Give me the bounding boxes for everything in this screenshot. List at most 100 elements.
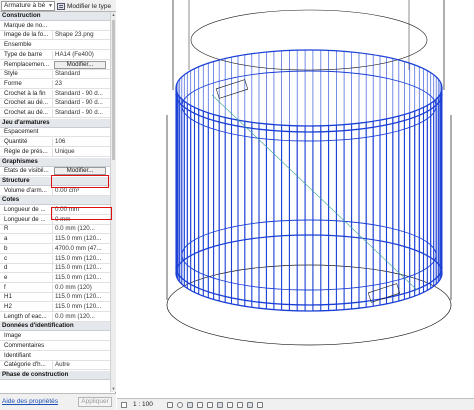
- property-label: Image de la fo...: [4, 31, 49, 39]
- property-value[interactable]: 115.0 mm (120...: [52, 264, 108, 273]
- property-label: b: [4, 244, 8, 252]
- property-row[interactable]: Forme 23: [0, 79, 110, 89]
- view-control-bar: 1 : 100: [117, 398, 474, 410]
- property-value[interactable]: HA14 (Fe400): [52, 50, 108, 59]
- property-label: Image: [4, 332, 22, 340]
- property-row[interactable]: Remplacemen... Modifier...: [0, 60, 110, 70]
- property-section-header[interactable]: Phase de construction: [0, 370, 110, 380]
- highlight-volume-box: [51, 175, 109, 188]
- property-row[interactable]: Image de la fo... Shape 23.png: [0, 31, 110, 41]
- property-label: Crochet au dé...: [4, 99, 49, 107]
- property-row[interactable]: R 0.0 mm (120...: [0, 225, 110, 235]
- property-label: Style: [4, 70, 18, 78]
- property-value[interactable]: 106: [52, 138, 108, 147]
- hide-icon[interactable]: [227, 402, 233, 408]
- property-value[interactable]: Standard: [52, 70, 108, 79]
- property-value[interactable]: 115.0 mm (120...: [52, 235, 108, 244]
- property-value[interactable]: Shape 23.png: [52, 31, 108, 40]
- property-value[interactable]: 0.0 mm (120): [52, 283, 108, 292]
- property-label: Règle de prés...: [4, 147, 48, 155]
- property-row[interactable]: Identifiant: [0, 352, 110, 361]
- crop-region-icon[interactable]: [207, 402, 213, 408]
- property-section-header[interactable]: Graphismes: [0, 157, 110, 167]
- property-label: d: [4, 264, 8, 272]
- property-value[interactable]: 0.0 mm (120...: [52, 225, 108, 234]
- property-row[interactable]: f 0.0 mm (120): [0, 283, 110, 293]
- property-value[interactable]: 115.0 mm (120...: [52, 273, 108, 282]
- property-value[interactable]: 4700.0 mm (47...: [52, 244, 108, 253]
- sun-icon[interactable]: [177, 402, 183, 408]
- property-row[interactable]: Crochet à la fin Standard - 90 d...: [0, 89, 110, 99]
- property-row[interactable]: d 115.0 mm (120...: [0, 264, 110, 274]
- property-row[interactable]: Commentaires: [0, 342, 110, 351]
- property-row[interactable]: e 115.0 mm (120...: [0, 273, 110, 283]
- property-value[interactable]: 115.0 mm (120...: [52, 254, 108, 263]
- 3d-view-canvas[interactable]: [117, 0, 474, 398]
- property-section-header[interactable]: Cotes: [0, 196, 110, 206]
- property-value[interactable]: 0.0 mm (120...: [52, 312, 108, 321]
- property-section-header[interactable]: Construction: [0, 12, 110, 21]
- apply-button[interactable]: Appliquer: [78, 397, 112, 407]
- shaft-ring: [190, 9, 428, 71]
- cube-icon[interactable]: [167, 402, 173, 408]
- rebar-cylinder-drawing: [166, 0, 452, 346]
- constraints-icon[interactable]: [257, 402, 263, 408]
- property-row[interactable]: Length of eac... 0.0 mm (120...: [0, 312, 110, 322]
- property-row[interactable]: Crochet au dé... Standard - 90 d...: [0, 109, 110, 118]
- property-row[interactable]: a 115.0 mm (120...: [0, 235, 110, 245]
- property-row[interactable]: Style Standard: [0, 70, 110, 80]
- crop-icon[interactable]: [197, 402, 203, 408]
- property-value[interactable]: 115.0 mm (120...: [52, 293, 108, 302]
- rebar-bottom-ring-front: [175, 266, 443, 306]
- property-section-header[interactable]: Données d'identification: [0, 322, 110, 332]
- reveal-icon[interactable]: [237, 402, 243, 408]
- properties-help-link[interactable]: Aide des propriétés: [2, 398, 58, 405]
- lock-icon[interactable]: [217, 402, 223, 408]
- palette-scrollbar[interactable]: ▲ ▼: [110, 12, 116, 392]
- properties-grid: Construction Marque de no... Image de la f…: [0, 12, 110, 392]
- property-value[interactable]: Standard - 90 d...: [52, 89, 108, 98]
- property-value[interactable]: Autre: [52, 361, 108, 370]
- property-label: e: [4, 273, 8, 281]
- rebar-bottom-ring-inner: [181, 219, 437, 291]
- property-row[interactable]: Marque de no...: [0, 22, 110, 31]
- property-row[interactable]: Catégorie d'h... Autre: [0, 361, 110, 371]
- scroll-up-icon[interactable]: ▲: [111, 12, 116, 18]
- property-row[interactable]: b 4700.0 mm (47...: [0, 244, 110, 254]
- property-label: H2: [4, 303, 12, 310]
- section-label: Phase de construction: [2, 370, 69, 378]
- property-row[interactable]: Espacement: [0, 128, 110, 138]
- shadow-icon[interactable]: [187, 402, 193, 408]
- edit-type-button[interactable]: Modifier le type: [57, 0, 111, 12]
- property-row[interactable]: c 115.0 mm (120...: [0, 254, 110, 264]
- page-icon[interactable]: [121, 402, 127, 408]
- property-label: Forme: [4, 79, 22, 87]
- view-scale[interactable]: 1 : 100: [133, 401, 153, 408]
- property-row[interactable]: H1 115.0 mm (120...: [0, 293, 110, 303]
- property-value[interactable]: Standard - 90 d...: [52, 109, 108, 117]
- property-label: Quantité: [4, 138, 28, 146]
- property-row[interactable]: Image: [0, 332, 110, 342]
- property-value[interactable]: Standard - 90 d...: [52, 99, 108, 108]
- property-row[interactable]: H2 115.0 mm (120...: [0, 303, 110, 312]
- property-row[interactable]: Règle de prés... Unique: [0, 147, 110, 157]
- property-label: Espacement: [4, 128, 39, 136]
- property-row[interactable]: Type de barre HA14 (Fe400): [0, 50, 110, 60]
- edit-button[interactable]: Modifier...: [54, 167, 106, 176]
- analysis-icon[interactable]: [247, 402, 253, 408]
- rebar-top-ring-front: [175, 87, 443, 127]
- property-row[interactable]: Quantité 106: [0, 138, 110, 148]
- property-label: Length of eac...: [4, 312, 47, 320]
- property-label: Remplacemen...: [4, 60, 50, 68]
- property-row[interactable]: Ensemble: [0, 41, 110, 51]
- property-value[interactable]: 23: [52, 79, 108, 88]
- scroll-down-icon[interactable]: ▼: [111, 386, 116, 392]
- property-value[interactable]: 115.0 mm (120...: [52, 303, 108, 311]
- scroll-thumb[interactable]: [112, 20, 115, 160]
- type-selector[interactable]: Armature à bé ▼: [1, 1, 55, 11]
- property-row[interactable]: Crochet au dé... Standard - 90 d...: [0, 99, 110, 109]
- property-section-header[interactable]: Jeu d'armatures: [0, 118, 110, 128]
- edit-type-icon: [57, 2, 65, 10]
- edit-button[interactable]: Modifier...: [54, 60, 106, 69]
- property-value[interactable]: Unique: [52, 147, 108, 156]
